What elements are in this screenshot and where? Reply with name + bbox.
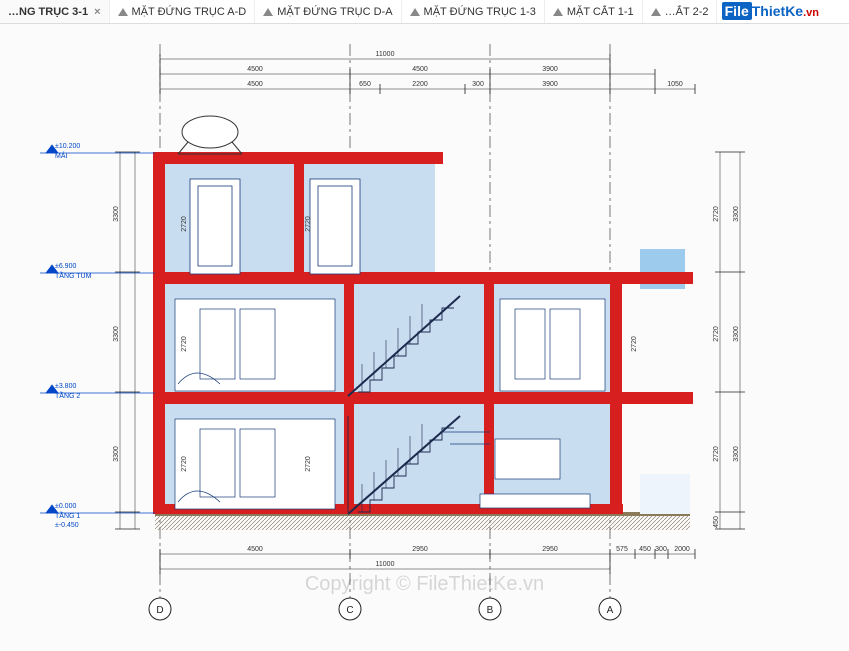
svg-text:3300: 3300 (113, 206, 120, 222)
svg-text:300: 300 (655, 546, 667, 553)
logo-file: File (722, 2, 752, 20)
house-icon (263, 8, 273, 16)
level-3-elev: ±10.200 (55, 143, 80, 150)
svg-text:450: 450 (639, 546, 651, 553)
water-tank (182, 116, 238, 148)
tab-view-active[interactable]: …NG TRỤC 3-1 × (0, 0, 110, 23)
svg-text:2720: 2720 (713, 206, 720, 222)
svg-text:4500: 4500 (412, 66, 428, 73)
dim-bot-total: 11000 (376, 561, 395, 568)
tab-view[interactable]: MẶT ĐỨNG TRỤC 1-3 (402, 0, 545, 23)
svg-text:2720: 2720 (305, 456, 312, 472)
level-1-name: TẦNG 2 (55, 390, 80, 400)
dim-top-total: 11000 (376, 51, 395, 58)
svg-text:575: 575 (616, 546, 628, 553)
tab-view[interactable]: …ẮT 2-2 (643, 0, 718, 23)
level-1-elev: ±3.800 (55, 383, 76, 390)
svg-text:2200: 2200 (412, 81, 428, 88)
house-icon (651, 8, 661, 16)
tab-label: MẶT ĐỨNG TRỤC 1-3 (424, 6, 536, 18)
svg-text:300: 300 (472, 81, 484, 88)
house-icon (553, 8, 563, 16)
tab-label: MẶT ĐỨNG TRỤC A-D (132, 6, 247, 18)
svg-text:3300: 3300 (733, 326, 740, 342)
drawing-canvas: D C B A ±0.000 TẦNG 1 ±-0.450 ±3.800 TẦN… (0, 24, 849, 651)
svg-text:450: 450 (713, 516, 720, 528)
level-3-name: MÁI (55, 151, 68, 160)
svg-text:4500: 4500 (247, 66, 263, 73)
axis-c: C (346, 605, 353, 616)
axis-a: A (607, 605, 614, 616)
svg-text:3900: 3900 (542, 81, 558, 88)
section-drawing: D C B A ±0.000 TẦNG 1 ±-0.450 ±3.800 TẦN… (0, 24, 849, 651)
logo-vn: .vn (803, 7, 819, 19)
axis-d: D (156, 605, 163, 616)
level-2-name: TẦNG TUM (55, 270, 92, 280)
svg-text:3300: 3300 (113, 326, 120, 342)
svg-text:4500: 4500 (247, 81, 263, 88)
svg-text:3300: 3300 (733, 206, 740, 222)
svg-text:1050: 1050 (667, 81, 683, 88)
tab-label: …ẮT 2-2 (665, 6, 709, 18)
tab-view[interactable]: MẶT ĐỨNG TRỤC A-D (110, 0, 256, 23)
svg-text:4500: 4500 (247, 546, 263, 553)
svg-text:3300: 3300 (733, 446, 740, 462)
tab-label: MẶT CẮT 1-1 (567, 6, 634, 18)
ground-hatch (155, 514, 690, 530)
tab-view[interactable]: MẶT CẮT 1-1 (545, 0, 643, 23)
svg-text:2720: 2720 (713, 326, 720, 342)
svg-text:2950: 2950 (412, 546, 428, 553)
house-icon (410, 8, 420, 16)
level-0-elev: ±0.000 (55, 503, 76, 510)
level-soil: ±-0.450 (55, 522, 79, 529)
svg-text:3300: 3300 (113, 446, 120, 462)
svg-text:2720: 2720 (713, 446, 720, 462)
level-2-elev: ±6.900 (55, 263, 76, 270)
close-icon[interactable]: × (94, 6, 100, 18)
tab-label: MẶT ĐỨNG TRỤC D-A (277, 6, 392, 18)
svg-text:2950: 2950 (542, 546, 558, 553)
svg-text:3900: 3900 (542, 66, 558, 73)
svg-text:2720: 2720 (631, 336, 638, 352)
svg-text:2720: 2720 (181, 336, 188, 352)
tab-label: …NG TRỤC 3-1 (8, 6, 88, 18)
level-0-name: TẦNG 1 (55, 510, 80, 520)
svg-text:2000: 2000 (674, 546, 690, 553)
svg-text:2720: 2720 (181, 456, 188, 472)
svg-text:2720: 2720 (305, 216, 312, 232)
brand-logo: FileThietKe.vn (722, 2, 819, 21)
svg-text:2720: 2720 (181, 216, 188, 232)
house-icon (118, 8, 128, 16)
tab-view[interactable]: MẶT ĐỨNG TRỤC D-A (255, 0, 401, 23)
logo-thietke: ThietKe (752, 3, 803, 19)
svg-text:650: 650 (359, 81, 371, 88)
axis-b: B (487, 605, 494, 616)
